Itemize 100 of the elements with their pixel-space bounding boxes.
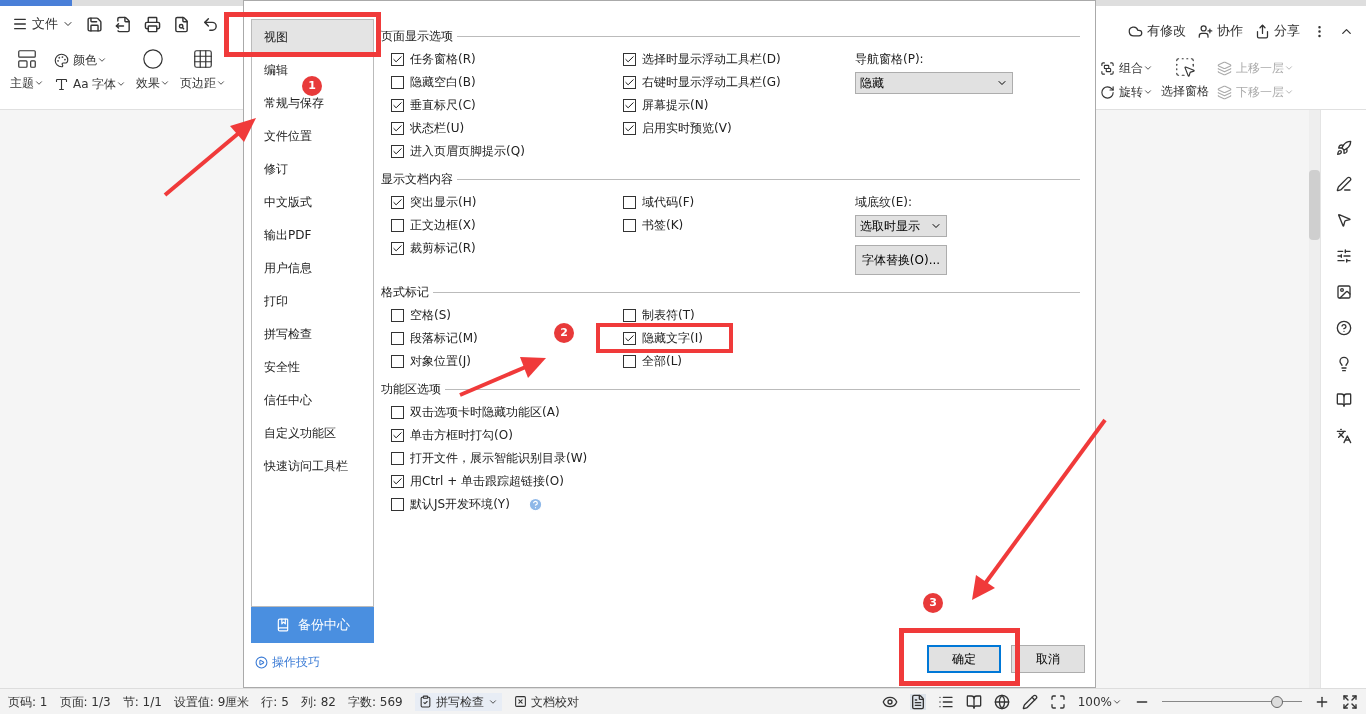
ribbon-button[interactable]: 页边距 — [180, 48, 227, 92]
caret-icon — [1284, 63, 1294, 73]
proofread-button[interactable]: 文档校对 — [513, 692, 579, 711]
checkbox[interactable] — [391, 331, 404, 345]
ok-button[interactable]: 确定 — [927, 645, 1001, 673]
checkbox[interactable] — [391, 497, 404, 511]
checkbox-label: 启用实时预览(V) — [642, 120, 732, 137]
zoom-slider[interactable] — [1162, 695, 1302, 708]
sliders-icon[interactable] — [1335, 248, 1352, 264]
nav-item[interactable]: 输出PDF — [252, 218, 373, 251]
dropdown[interactable]: 隐藏 — [855, 72, 1013, 94]
checkbox[interactable] — [623, 98, 636, 112]
translate-icon[interactable] — [1335, 428, 1352, 444]
checkbox[interactable] — [391, 405, 404, 419]
ribbon-button[interactable]: 颜色 — [54, 48, 127, 72]
fit-icon[interactable] — [1049, 693, 1066, 710]
ribbon-button[interactable]: 效果 — [136, 48, 171, 92]
pointer-icon[interactable] — [1335, 212, 1352, 228]
checkbox[interactable] — [391, 144, 404, 158]
nav-item[interactable]: 修订 — [252, 152, 373, 185]
pen-icon[interactable] — [1021, 693, 1038, 710]
section-heading: 页面显示选项 — [381, 28, 453, 45]
checkbox[interactable] — [623, 121, 636, 135]
status-text: 页面: 1/3 — [59, 693, 111, 711]
cancel-button[interactable]: 取消 — [1011, 645, 1085, 673]
checkbox[interactable] — [623, 331, 636, 345]
zoom-level[interactable]: 100% — [1077, 692, 1122, 711]
font-replace-button[interactable]: 字体替换(O)... — [855, 245, 947, 275]
ribbon-button[interactable]: 主题 — [10, 48, 44, 92]
checkbox-label: 进入页眉页脚提示(Q) — [410, 143, 525, 160]
section-heading: 功能区选项 — [381, 381, 441, 398]
checkbox-label: 对象位置(J) — [410, 353, 471, 370]
file-menu[interactable]: 文件 — [12, 14, 74, 34]
checkbox[interactable] — [623, 195, 636, 209]
nav-item[interactable]: 中文版式 — [252, 185, 373, 218]
help-icon[interactable] — [1335, 320, 1352, 336]
pen-icon[interactable] — [1335, 176, 1352, 192]
checkbox-label: 裁剪标记(R) — [410, 240, 476, 257]
print-icon[interactable] — [144, 15, 161, 33]
tips-link[interactable]: 操作技巧 — [251, 653, 374, 671]
header-button[interactable]: 协作 — [1198, 21, 1243, 41]
save-icon[interactable] — [86, 15, 103, 33]
checkbox[interactable] — [623, 308, 636, 322]
checkbox[interactable] — [391, 474, 404, 488]
scrollbar[interactable] — [1309, 110, 1320, 688]
checkbox-label: 空格(S) — [410, 307, 451, 324]
bookmark-icon — [275, 618, 290, 632]
rocket-icon[interactable] — [1335, 140, 1352, 156]
nav-item[interactable]: 信任中心 — [252, 383, 373, 416]
rotate-icon — [1100, 84, 1115, 100]
slider-thumb[interactable] — [1270, 695, 1283, 708]
undo-icon[interactable] — [202, 15, 219, 33]
page-view-icon[interactable] — [909, 693, 926, 710]
fullscreen-icon[interactable] — [1342, 693, 1358, 710]
ribbon-button[interactable]: 选择窗格 — [1161, 56, 1209, 104]
book-icon[interactable] — [1335, 392, 1352, 408]
checkbox[interactable] — [391, 308, 404, 322]
checkbox[interactable] — [623, 218, 636, 232]
clipboard-check-icon — [418, 695, 432, 708]
checkbox[interactable] — [391, 75, 404, 89]
status-text: 节: 1/1 — [122, 693, 162, 711]
reading-view-icon[interactable] — [965, 693, 982, 710]
spell-check-button[interactable]: 拼写检查 — [414, 692, 502, 711]
checkbox[interactable] — [623, 52, 636, 66]
checkbox[interactable] — [391, 121, 404, 135]
image-icon[interactable] — [1335, 284, 1352, 300]
export-icon[interactable] — [115, 15, 132, 33]
nav-item[interactable]: 自定义功能区 — [252, 416, 373, 449]
status-text: 行: 5 — [261, 693, 289, 711]
checkbox[interactable] — [391, 354, 404, 368]
checkbox[interactable] — [391, 451, 404, 465]
checkbox-label: 隐藏空白(B) — [410, 74, 476, 91]
dropdown[interactable]: 选取时显示 — [855, 215, 947, 237]
checkbox[interactable] — [623, 354, 636, 368]
checkbox[interactable] — [391, 195, 404, 209]
ribbon-button[interactable]: Aa 字体 — [54, 72, 127, 96]
status-text: 列: 82 — [300, 693, 336, 711]
ribbon-button[interactable]: 组合 — [1100, 56, 1153, 80]
nav-item[interactable]: 打印 — [252, 284, 373, 317]
preview-icon[interactable] — [173, 15, 190, 33]
checkbox[interactable] — [391, 241, 404, 255]
menu-icon — [12, 16, 28, 32]
nav-item[interactable]: 文件位置 — [252, 119, 373, 152]
web-view-icon[interactable] — [993, 693, 1010, 710]
ribbon-button[interactable]: 旋转 — [1100, 80, 1153, 104]
header-button[interactable]: 有修改 — [1128, 21, 1186, 41]
nav-item[interactable]: 视图 — [252, 20, 373, 53]
checkbox[interactable] — [391, 98, 404, 112]
nav-item[interactable]: 拼写检查 — [252, 317, 373, 350]
nav-item[interactable]: 用户信息 — [252, 251, 373, 284]
checkbox-label: 全部(L) — [642, 353, 683, 370]
checkbox[interactable] — [391, 218, 404, 232]
checkbox-label: 隐藏文字(I) — [642, 330, 703, 347]
checkbox[interactable] — [391, 428, 404, 442]
checkbox[interactable] — [623, 75, 636, 89]
nav-item[interactable]: 快速访问工具栏 — [252, 449, 373, 482]
checkbox[interactable] — [391, 52, 404, 66]
header-button[interactable]: 分享 — [1255, 21, 1300, 41]
nav-item[interactable]: 安全性 — [252, 350, 373, 383]
checkbox-label: 突出显示(H) — [410, 194, 477, 211]
